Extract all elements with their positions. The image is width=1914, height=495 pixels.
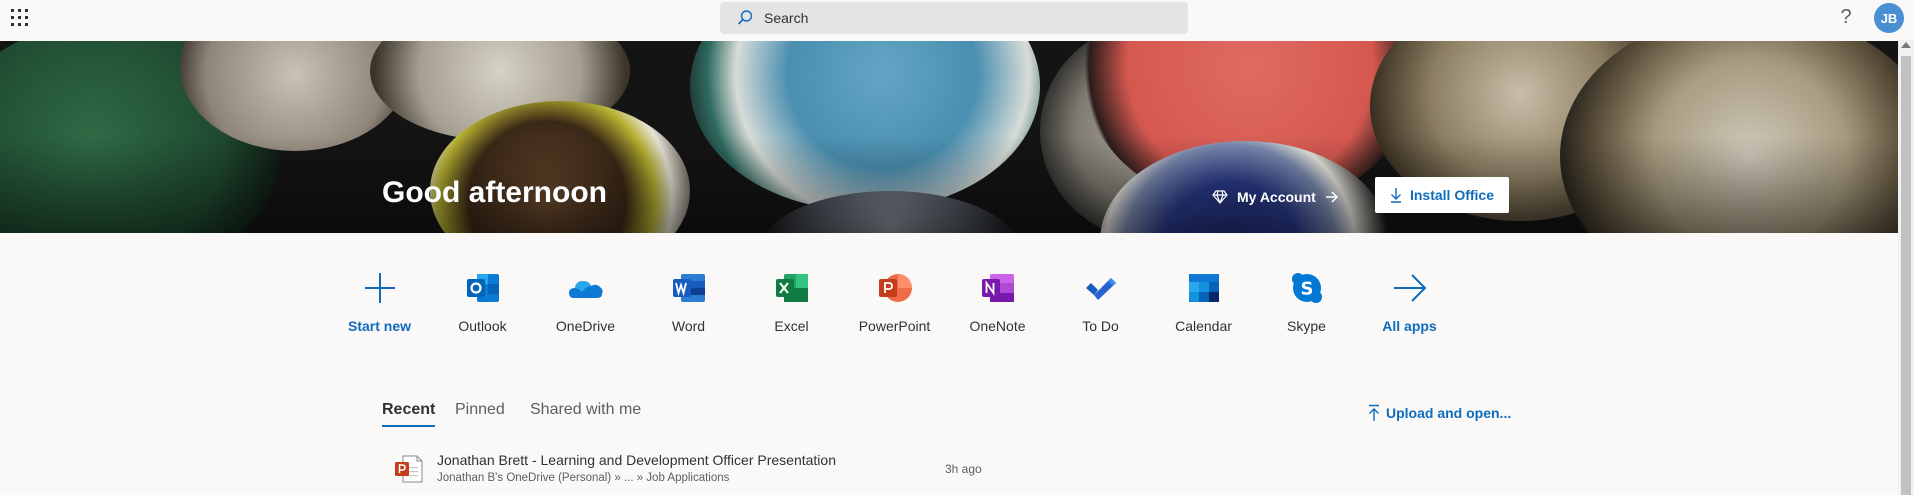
onedrive-icon: [568, 270, 604, 306]
app-label[interactable]: Outlook: [431, 318, 534, 334]
app-calendar[interactable]: Calendar: [1152, 270, 1255, 334]
outlook-icon: [465, 270, 501, 306]
powerpoint-file-icon: [394, 454, 424, 484]
hero-banner: Good afternoon My Account Install Office: [0, 41, 1898, 233]
install-office-button[interactable]: Install Office: [1375, 177, 1509, 213]
file-modified-time: 3h ago: [945, 462, 982, 476]
user-avatar[interactable]: JB: [1874, 3, 1904, 33]
app-label[interactable]: Calendar: [1152, 318, 1255, 334]
app-powerpoint[interactable]: PowerPoint: [843, 270, 946, 334]
app-label[interactable]: Skype: [1255, 318, 1358, 334]
greeting-heading: Good afternoon: [382, 176, 607, 209]
install-office-label[interactable]: Install Office: [1410, 187, 1494, 203]
app-start-new[interactable]: Start new: [328, 270, 431, 334]
app-label[interactable]: Excel: [740, 318, 843, 334]
calendar-icon: [1186, 270, 1222, 306]
help-icon[interactable]: ?: [1834, 6, 1858, 29]
app-label[interactable]: OneDrive: [534, 318, 637, 334]
powerpoint-icon: [877, 270, 913, 306]
app-excel[interactable]: Excel: [740, 270, 843, 334]
app-outlook[interactable]: Outlook: [431, 270, 534, 334]
excel-icon: [774, 270, 810, 306]
app-skype[interactable]: S Skype: [1255, 270, 1358, 334]
app-word[interactable]: Word: [637, 270, 740, 334]
app-label[interactable]: All apps: [1358, 318, 1461, 334]
app-onedrive[interactable]: OneDrive: [534, 270, 637, 334]
skype-icon: S: [1289, 270, 1325, 306]
search-box[interactable]: Search: [720, 2, 1188, 34]
word-icon: [671, 270, 707, 306]
app-label[interactable]: Word: [637, 318, 740, 334]
file-list-item[interactable]: Jonathan Brett - Learning and Developmen…: [382, 448, 1002, 495]
arrow-right-icon: [1325, 191, 1338, 203]
my-account-label[interactable]: My Account: [1237, 189, 1316, 205]
tab-recent[interactable]: Recent: [382, 401, 436, 427]
download-icon: [1390, 188, 1401, 203]
scrollbar-thumb[interactable]: [1901, 56, 1911, 495]
search-placeholder[interactable]: Search: [764, 10, 808, 26]
app-launcher-waffle-icon[interactable]: [9, 7, 35, 33]
todo-icon: [1083, 270, 1119, 306]
arrow-right-icon: [1392, 270, 1428, 306]
app-all-apps[interactable]: All apps: [1358, 270, 1461, 334]
app-label[interactable]: OneNote: [946, 318, 1049, 334]
search-icon: [737, 10, 753, 25]
tab-shared-with-me[interactable]: Shared with me: [530, 401, 641, 419]
tab-label[interactable]: Recent: [382, 401, 435, 418]
file-path: Jonathan B's OneDrive (Personal) » ... »…: [437, 472, 730, 484]
tab-label[interactable]: Shared with me: [530, 401, 641, 418]
tab-label[interactable]: Pinned: [455, 401, 505, 418]
onenote-icon: [980, 270, 1016, 306]
tab-pinned[interactable]: Pinned: [455, 401, 505, 419]
file-name[interactable]: Jonathan Brett - Learning and Developmen…: [437, 452, 836, 468]
top-bar: Search ? JB: [0, 0, 1914, 40]
app-label[interactable]: To Do: [1049, 318, 1152, 334]
my-account-link[interactable]: My Account: [1212, 183, 1348, 211]
upload-label[interactable]: Upload and open...: [1386, 405, 1511, 421]
app-onenote[interactable]: OneNote: [946, 270, 1049, 334]
app-label[interactable]: Start new: [328, 318, 431, 334]
svg-text:S: S: [1300, 279, 1313, 300]
upload-and-open-button[interactable]: Upload and open...: [1368, 404, 1511, 422]
app-todo[interactable]: To Do: [1049, 270, 1152, 334]
active-tab-indicator: [382, 425, 436, 427]
app-label[interactable]: PowerPoint: [843, 318, 946, 334]
upload-icon: [1369, 404, 1379, 421]
scroll-up-arrow-icon[interactable]: [1901, 42, 1911, 48]
diamond-icon: [1212, 190, 1228, 204]
plus-icon: [362, 270, 398, 306]
